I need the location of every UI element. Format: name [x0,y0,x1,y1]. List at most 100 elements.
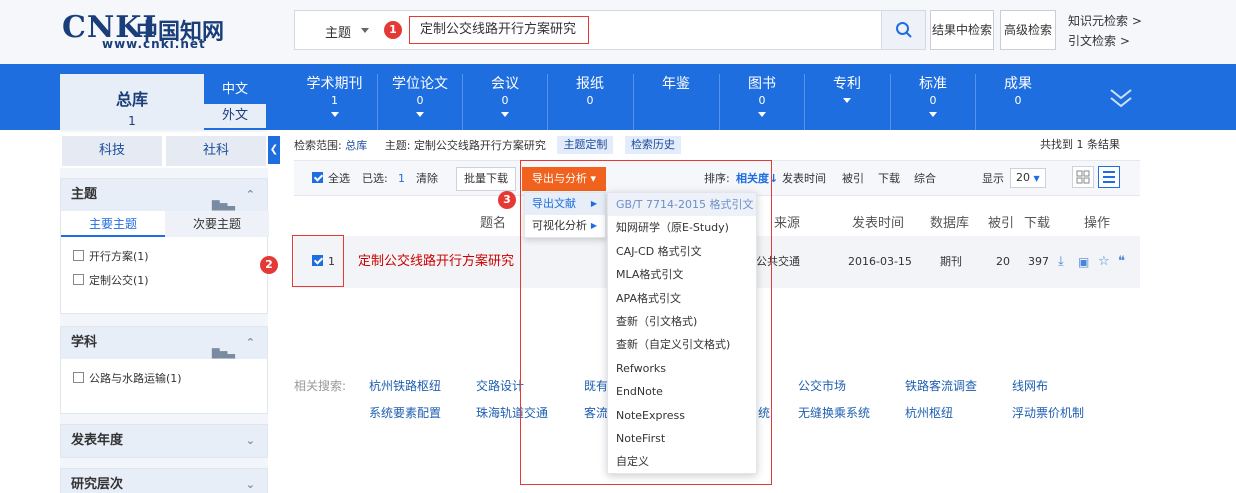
search-field-select[interactable]: 主题 [325,22,351,41]
col-header-downloads[interactable]: 下载 [1024,212,1050,231]
citation-search-label: 引文检索 [1068,34,1117,48]
subject-filter-header[interactable]: 学科 ▇▅▃ ⌃ [61,327,267,359]
batch-download-button[interactable]: 批量下载 [456,167,516,191]
caret-down-icon[interactable] [929,112,937,117]
search-history-button[interactable]: 检索历史 [624,136,681,154]
subject-filter-item[interactable]: 公路与水路运输(1) [61,367,267,391]
page-size-select[interactable]: 20 ▼ [1010,168,1046,188]
expand-more-icon[interactable] [1108,86,1134,110]
nav-item-label: 年鉴 [662,76,690,92]
download-icon[interactable]: ⤓ [1058,236,1064,288]
nav-item-books[interactable]: 图书 0 [719,74,804,130]
checkbox[interactable] [73,274,84,285]
topic-custom-button[interactable]: 主题定制 [557,136,614,154]
caret-down-icon[interactable] [330,112,339,117]
related-search-link[interactable]: 交路设计 [476,377,524,394]
sort-cited[interactable]: 被引 [842,161,864,197]
topic-filter-header[interactable]: 主题 ▇▅▃ ⌃ [61,179,267,211]
caret-down-icon[interactable] [501,112,509,117]
list-view-icon[interactable] [1098,166,1120,188]
nav-item-conferences[interactable]: 会议 0 [462,74,547,130]
nav-item-journals[interactable]: 学术期刊 1 [292,74,377,130]
chevron-left-icon: ❮ [269,144,279,155]
nav-total-library[interactable]: 总库 1 [60,74,204,130]
related-search-link[interactable]: 线网布 [1012,377,1048,394]
read-online-icon[interactable]: ▣ [1078,236,1089,288]
knowledge-search-label: 知识元检索 [1068,14,1129,28]
chevron-up-icon[interactable]: ⌃ [246,327,255,359]
lang-foreign-button[interactable]: 外文 [204,104,266,128]
nav-item-theses[interactable]: 学位论文 0 [377,74,462,130]
caret-down-icon[interactable] [843,98,851,103]
cite-quote-icon[interactable]: ❝ [1118,236,1125,288]
nav-item-newspapers[interactable]: 报纸 0 [547,74,632,130]
year-filter-header[interactable]: 发表年度 ⌄ [61,425,267,457]
search-in-results-button[interactable]: 结果中检索 [930,10,994,50]
selected-count: 1 [398,172,405,185]
nav-item-yearbooks[interactable]: 年鉴 [633,74,718,130]
topic-filter-item[interactable]: 开行方案(1) [61,245,267,269]
caret-down-icon[interactable] [758,112,766,117]
related-search-link[interactable]: 杭州铁路枢纽 [369,377,441,394]
chevron-down-icon[interactable] [361,28,369,33]
nav-item-count: 1 [331,94,338,107]
database-nav-bar: 总库 1 中文 外文 学术期刊 1 学位论文 0 会议 0 报纸 0 年鉴 图书… [0,64,1236,130]
chevron-up-icon[interactable]: ⌃ [246,179,255,211]
year-filter-title: 发表年度 [71,433,124,448]
advanced-search-button[interactable]: 高级检索 [1000,10,1056,50]
grid-view-icon[interactable] [1072,166,1094,188]
result-cited[interactable]: 20 [996,236,1010,288]
related-search-link[interactable]: 浮动票价机制 [1012,404,1084,421]
col-header-source[interactable]: 来源 [774,212,800,231]
chevron-down-icon[interactable]: ⌄ [246,469,255,493]
col-header-title[interactable]: 题名 [480,212,506,231]
tab-social-science[interactable]: 社科 [166,136,266,166]
tab-secondary-topic[interactable]: 次要主题 [165,211,269,237]
checkbox[interactable] [73,372,84,383]
favorite-star-icon[interactable]: ☆ [1098,236,1110,288]
related-search-link[interactable]: 公交市场 [798,377,846,394]
tab-main-topic[interactable]: 主要主题 [61,211,165,237]
related-search-link[interactable]: 无缝换乘系统 [798,404,870,421]
cnki-logo[interactable]: CNKI 中国知网 www.cnki.net [62,10,232,52]
related-search-link[interactable]: 系统要素配置 [369,404,441,421]
nav-item-count: 0 [501,94,509,107]
nav-item-label: 图书 [748,76,776,92]
sort-download[interactable]: 下载 [878,161,900,197]
collapse-sidebar-button[interactable]: ❮ [268,136,280,164]
search-icon [896,22,912,38]
sort-mixed[interactable]: 综合 [914,161,936,197]
bar-chart-icon[interactable]: ▇▅▃ [212,338,235,370]
checkbox[interactable] [73,250,84,261]
header-bar: CNKI 中国知网 www.cnki.net 主题 定制公交线路开行方案研究 1… [0,0,1236,64]
col-header-database[interactable]: 数据库 [930,212,969,231]
select-all-checkbox[interactable]: 全选 [312,161,350,197]
caret-down-icon[interactable] [416,112,424,117]
sort-date[interactable]: 发表时间 [782,161,826,197]
nav-item-standards[interactable]: 标准 0 [890,74,975,130]
search-button[interactable] [881,11,925,49]
level-filter-panel: 研究层次 ⌄ [60,468,268,493]
year-filter-panel: 发表年度 ⌄ [60,424,268,458]
lang-chinese-button[interactable]: 中文 [204,78,266,102]
topic-filter-item[interactable]: 定制公交(1) [61,269,267,293]
related-search-link[interactable]: 铁路客流调查 [905,377,977,394]
knowledge-search-link[interactable]: 知识元检索 > [1068,12,1142,29]
related-search-link[interactable]: 杭州枢纽 [905,404,953,421]
checkbox-checked[interactable] [312,172,323,183]
search-input[interactable]: 定制公交线路开行方案研究 [409,16,589,44]
result-title-link[interactable]: 定制公交线路开行方案研究 [358,236,514,288]
col-header-cited[interactable]: 被引 [988,212,1014,231]
citation-search-link[interactable]: 引文检索 > [1068,32,1130,49]
clear-selection-button[interactable]: 清除 [416,161,438,197]
annotation-marker-1: 1 [384,21,402,39]
level-filter-header[interactable]: 研究层次 ⌄ [61,469,267,493]
result-downloads[interactable]: 397 [1028,236,1049,288]
annotation-marker-3: 3 [498,191,516,209]
nav-item-achievements[interactable]: 成果 0 [975,74,1060,130]
col-header-date[interactable]: 发表时间 [852,212,904,231]
nav-item-patents[interactable]: 专利 [804,74,889,130]
scope-value: 总库 [345,139,368,152]
tab-science[interactable]: 科技 [62,136,162,166]
chevron-down-icon[interactable]: ⌄ [246,425,255,457]
